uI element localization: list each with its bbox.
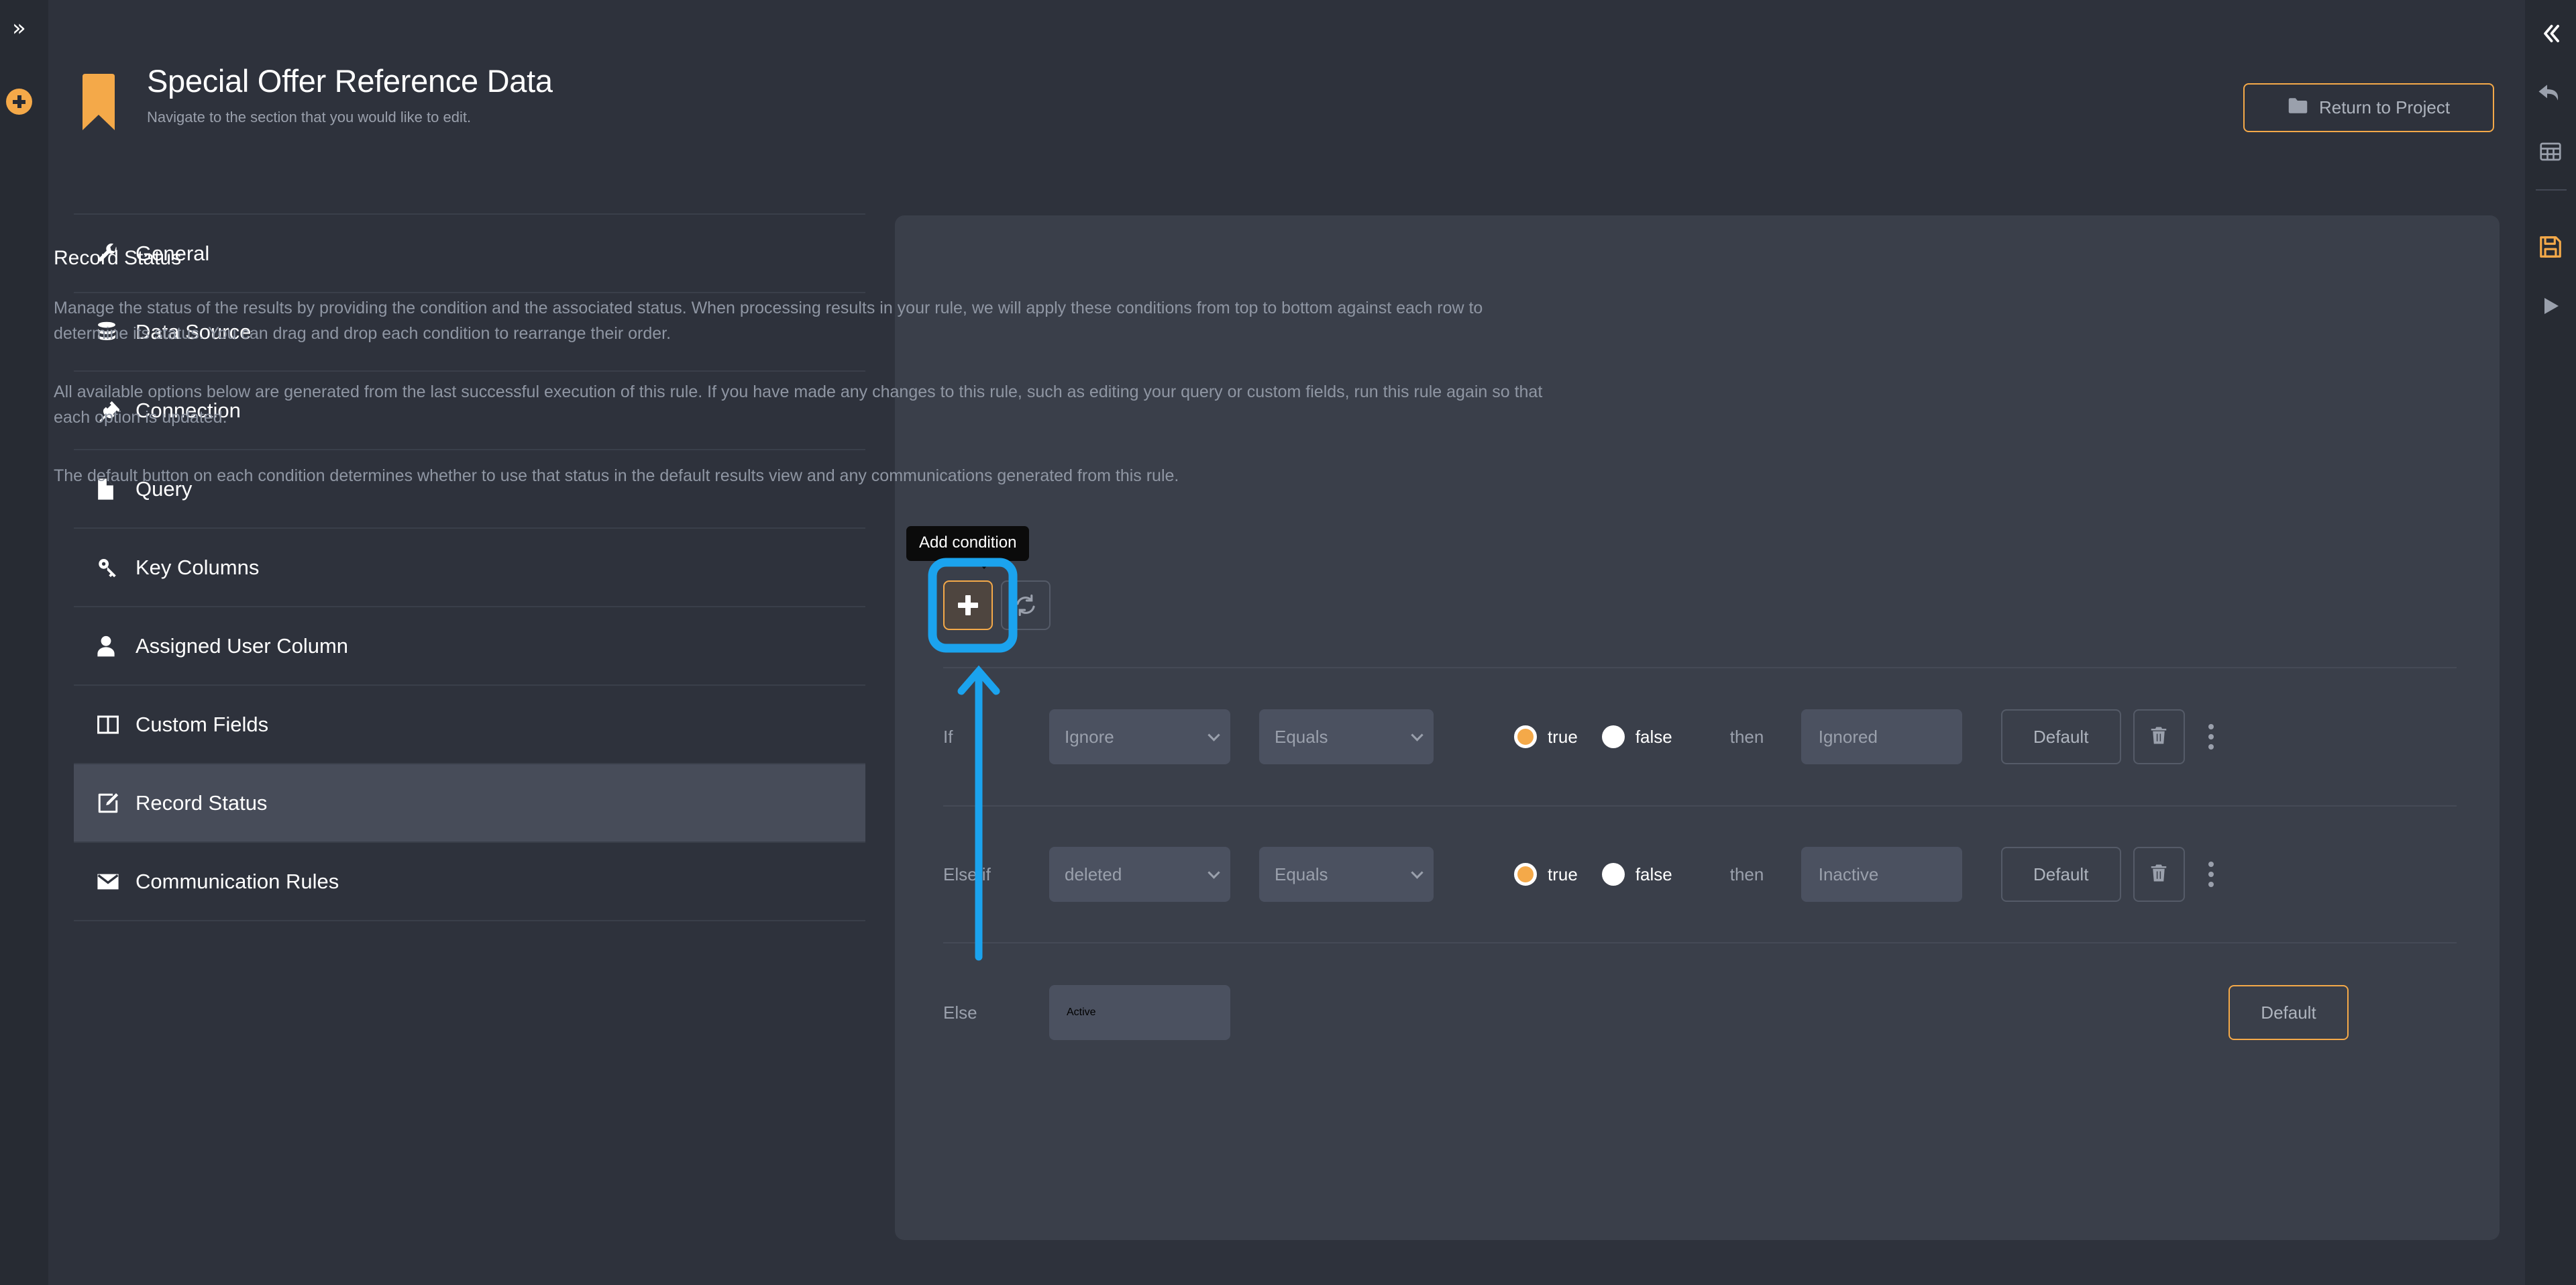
chevron-down-icon xyxy=(1208,729,1220,741)
condition-prefix: If xyxy=(943,726,953,747)
condition-status-value: Inactive xyxy=(1818,864,1879,884)
table-grid-icon[interactable] xyxy=(2525,126,2576,177)
panel-paragraph-1: Manage the status of the results by prov… xyxy=(54,299,1483,343)
sidebar-item-assigned-user-column[interactable]: Assigned User Column xyxy=(74,607,865,686)
panel-paragraph-3: The default button on each condition det… xyxy=(54,466,1179,485)
key-icon xyxy=(97,556,131,579)
envelope-icon xyxy=(97,873,131,890)
sidebar-item-label: Custom Fields xyxy=(136,712,269,736)
chevron-double-left-icon[interactable] xyxy=(2525,8,2576,59)
sidebar-item-query[interactable]: Query xyxy=(74,450,865,529)
return-to-project-button[interactable]: Return to Project xyxy=(2243,83,2494,132)
condition-field-value: Ignore xyxy=(1065,726,1114,747)
chevron-down-icon xyxy=(1411,729,1424,741)
chevron-down-icon xyxy=(1411,866,1424,879)
folder-icon xyxy=(2288,97,2308,119)
app-root: » Special Offer Reference Data Navigate … xyxy=(0,0,2576,1285)
radio-true-label: true xyxy=(1548,864,1578,884)
chevron-down-icon xyxy=(1208,866,1220,879)
default-button[interactable]: Default xyxy=(2000,709,2121,764)
then-label: then xyxy=(1729,864,1764,884)
delete-condition-button[interactable] xyxy=(2133,847,2185,902)
default-button-label: Default xyxy=(2033,726,2089,747)
sidebar-item-communication-rules[interactable]: Communication Rules xyxy=(74,843,865,921)
radio-false-label: false xyxy=(1635,864,1672,884)
condition-bool-radios: true false xyxy=(1514,725,1672,748)
conditions-list: If Ignore Equals true false then Ignored xyxy=(943,667,2457,1082)
kebab-menu-icon[interactable] xyxy=(2192,847,2231,902)
save-floppy-icon[interactable] xyxy=(2525,221,2576,272)
trash-icon xyxy=(2149,725,2169,749)
undo-arrow-icon[interactable] xyxy=(2525,67,2576,118)
chevron-double-right-icon[interactable]: » xyxy=(12,17,26,40)
condition-field-select[interactable]: Ignore xyxy=(1049,709,1230,764)
panel-title: Record Status xyxy=(54,247,182,269)
delete-condition-button[interactable] xyxy=(2133,709,2185,764)
else-default-button[interactable]: Default xyxy=(2229,985,2349,1040)
left-rail: » xyxy=(0,0,48,1285)
else-status-select[interactable]: Active xyxy=(1049,985,1230,1040)
right-rail xyxy=(2525,0,2576,1285)
then-label: then xyxy=(1729,726,1764,747)
radio-true[interactable] xyxy=(1514,725,1537,748)
sidebar-item-label: Record Status xyxy=(136,790,268,815)
rail-divider xyxy=(2536,189,2567,191)
page-title: Special Offer Reference Data xyxy=(147,63,553,99)
return-to-project-label: Return to Project xyxy=(2318,97,2451,117)
condition-prefix: Else if xyxy=(943,864,991,884)
user-icon xyxy=(97,635,131,658)
radio-true-label: true xyxy=(1548,726,1578,747)
radio-false-label: false xyxy=(1635,726,1672,747)
else-row: Else Active Default xyxy=(943,943,2457,1082)
sidebar-item-general[interactable]: General xyxy=(74,215,865,293)
sidebar-item-record-status[interactable]: Record Status xyxy=(74,764,865,843)
bookmark-icon xyxy=(79,72,118,132)
plus-icon xyxy=(958,595,978,615)
radio-true[interactable] xyxy=(1514,863,1537,886)
radio-false[interactable] xyxy=(1601,725,1625,748)
condition-operator-value: Equals xyxy=(1275,864,1328,884)
page-subtitle: Navigate to the section that you would l… xyxy=(147,108,472,125)
condition-status-select[interactable]: Ignored xyxy=(1801,709,1962,764)
add-condition-button[interactable] xyxy=(943,580,993,630)
kebab-menu-icon[interactable] xyxy=(2192,709,2231,764)
trash-icon xyxy=(2149,863,2169,886)
sidebar-item-label: Communication Rules xyxy=(136,869,339,893)
sidebar-item-custom-fields[interactable]: Custom Fields xyxy=(74,686,865,764)
panel-paragraph-2: All available options below are generate… xyxy=(54,382,1543,427)
default-button-label: Default xyxy=(2033,864,2089,884)
condition-status-select[interactable]: Inactive xyxy=(1801,847,1962,902)
condition-row: If Ignore Equals true false then Ignored xyxy=(943,667,2457,805)
else-prefix: Else xyxy=(943,1002,977,1023)
condition-status-value: Ignored xyxy=(1818,726,1878,747)
plus-glyph xyxy=(13,95,25,108)
edit-square-icon xyxy=(97,792,131,815)
condition-row: Else if deleted Equals true false then I… xyxy=(943,805,2457,943)
refresh-options-button[interactable] xyxy=(1001,580,1051,630)
default-button[interactable]: Default xyxy=(2000,847,2121,902)
condition-field-value: deleted xyxy=(1065,864,1122,884)
condition-field-select[interactable]: deleted xyxy=(1049,847,1230,902)
play-triangle-icon[interactable] xyxy=(2525,280,2576,331)
sidebar-item-label: Assigned User Column xyxy=(136,633,349,658)
condition-operator-select[interactable]: Equals xyxy=(1259,709,1434,764)
add-condition-tooltip: Add condition xyxy=(906,526,1030,569)
radio-false[interactable] xyxy=(1601,863,1625,886)
else-status-value: Active xyxy=(1067,1007,1096,1018)
condition-bool-radios: true false xyxy=(1514,863,1672,886)
plus-circle-icon[interactable] xyxy=(6,89,32,115)
columns-icon xyxy=(97,715,131,735)
else-default-label: Default xyxy=(2261,1002,2316,1023)
condition-operator-select[interactable]: Equals xyxy=(1259,847,1434,902)
sidebar-item-key-columns[interactable]: Key Columns xyxy=(74,529,865,607)
sidebar-item-label: Key Columns xyxy=(136,555,260,579)
condition-operator-value: Equals xyxy=(1275,726,1328,747)
